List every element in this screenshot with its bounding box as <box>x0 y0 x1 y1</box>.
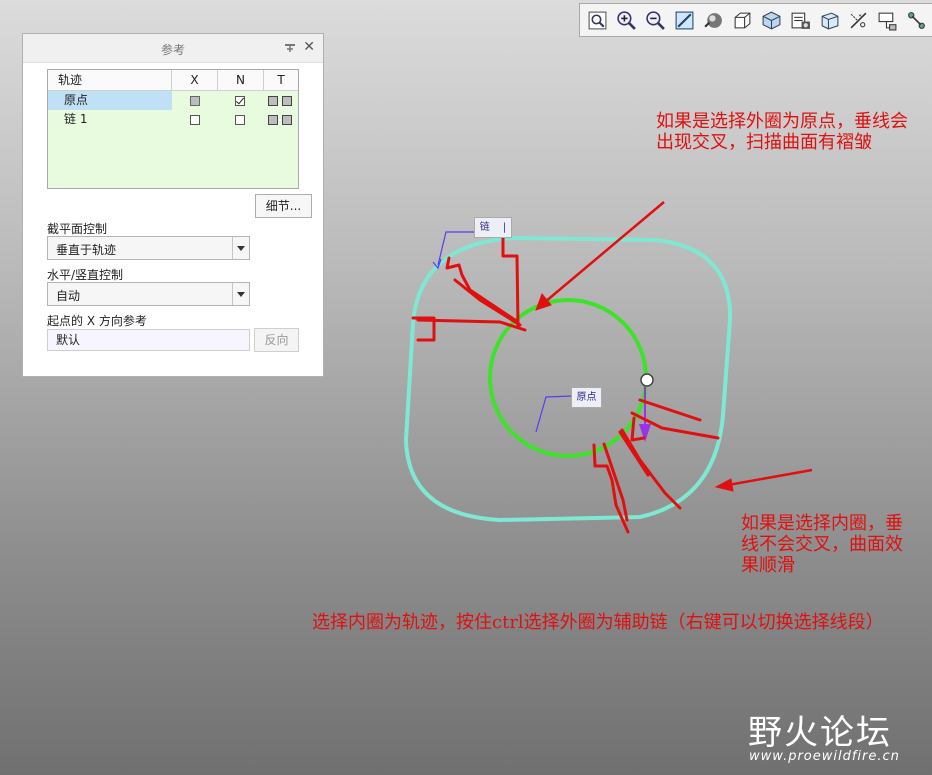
t-checkbox-origin-a[interactable] <box>268 95 278 106</box>
x-checkbox-origin[interactable] <box>189 95 200 106</box>
trajectory-table: 轨迹 X N T 原点 链 1 <box>47 69 299 189</box>
section-control-select[interactable]: 垂直于轨迹 <box>47 236 250 260</box>
hv-control-value: 自动 <box>56 289 81 303</box>
references-panel: 参考 ✕ 轨迹 X N T 原点 链 1 细节... 截平面控制 垂直于轨迹 水… <box>22 33 324 377</box>
chain-tag-text: 链 <box>479 222 490 233</box>
chevron-down-icon[interactable] <box>232 283 249 305</box>
pin-icon[interactable] <box>283 41 297 55</box>
x-ref-label: 起点的 X 方向参考 <box>47 314 147 328</box>
forum-logo: 野火论坛 <box>748 713 892 753</box>
flip-button[interactable]: 反向 <box>254 328 299 352</box>
row-name: 原点 <box>48 91 172 110</box>
x-checkbox-chain[interactable] <box>189 114 200 125</box>
annotation-arrows <box>535 201 813 492</box>
origin-tag[interactable]: 原点 <box>571 387 602 408</box>
n-checkbox-origin[interactable] <box>234 95 245 106</box>
annotation-inner-trajectory: 如果是选择内圈，垂线不会交叉，曲面效果顺滑 <box>741 513 903 576</box>
header-trajectory: 轨迹 <box>48 70 172 90</box>
annotation-outer-origin: 如果是选择外圈为原点，垂线会出现交叉，扫描曲面有褶皱 <box>656 111 908 153</box>
origin-tag-text: 原点 <box>576 392 597 403</box>
chevron-down-icon[interactable] <box>232 237 249 259</box>
table-row-chain[interactable]: 链 1 <box>48 110 298 129</box>
forum-site: www.proewildfire.cn <box>749 749 900 764</box>
panel-header[interactable]: 参考 ✕ <box>23 34 323 63</box>
table-header: 轨迹 X N T <box>48 70 298 91</box>
chain-tag-mark: | <box>502 222 507 233</box>
hv-control-select[interactable]: 自动 <box>47 282 250 306</box>
origin-tag-leader <box>535 395 573 433</box>
n-checkbox-chain[interactable] <box>234 114 245 125</box>
x-ref-field[interactable]: 默认 <box>47 329 250 351</box>
t-checkbox-chain-a[interactable] <box>268 114 278 125</box>
t-checkbox-origin-b[interactable] <box>282 95 292 106</box>
section-control-label: 截平面控制 <box>47 222 108 236</box>
hv-control-label: 水平/竖直控制 <box>47 268 124 282</box>
chain-tag[interactable]: 链 | <box>474 217 512 238</box>
header-n: N <box>218 70 264 90</box>
start-point-marker[interactable] <box>640 373 654 387</box>
direction-arrow <box>639 386 651 442</box>
t-checkbox-chain-b[interactable] <box>282 114 292 125</box>
details-button[interactable]: 细节... <box>255 194 312 218</box>
row-name: 链 1 <box>64 112 88 126</box>
header-x: X <box>172 70 218 90</box>
red-sketch-lines <box>411 236 720 534</box>
header-t: T <box>277 73 285 87</box>
annotation-instructions: 选择内圈为轨迹，按住ctrl选择外圈为辅助链（右键可以切换选择线段） <box>312 612 884 633</box>
table-row-origin[interactable]: 原点 <box>48 91 298 110</box>
section-control-value: 垂直于轨迹 <box>56 243 117 257</box>
close-icon[interactable]: ✕ <box>303 39 315 55</box>
panel-title: 参考 <box>160 43 185 57</box>
